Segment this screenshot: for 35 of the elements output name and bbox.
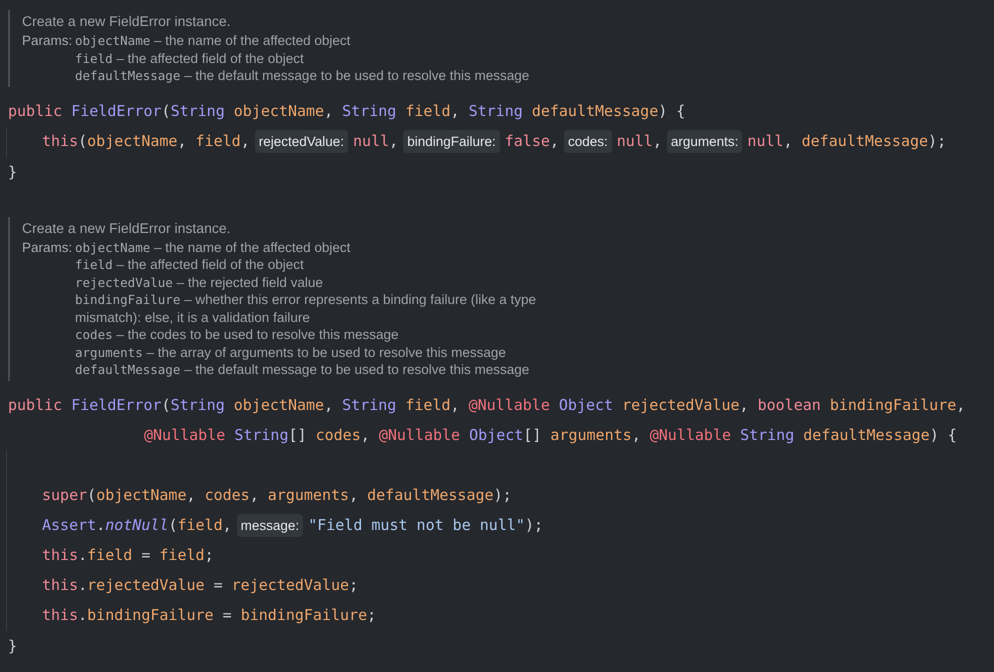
closing-brace: } <box>8 162 18 182</box>
code-text: public FieldError(String objectName, String field, String defaultMessage) { <box>8 101 686 122</box>
param-doc: defaultMessage – the default message to be used to resolve this message <box>75 361 530 378</box>
code-text: false, <box>504 131 559 152</box>
param-doc: field – the affected field of the object <box>75 50 305 67</box>
doc-summary: Create a new FieldError instance. <box>22 218 232 236</box>
code-text: super(objectName, codes, arguments, defaultMessage); <box>42 485 512 506</box>
inlay-hint: codes: <box>564 130 612 153</box>
closing-brace: } <box>8 636 18 656</box>
code-text: this.field = field; <box>42 545 214 566</box>
inlay-hint: rejectedValue: <box>254 130 348 153</box>
param-doc: objectName – the name of the affected object <box>75 32 352 50</box>
doc-summary: Create a new FieldError instance. <box>22 12 232 30</box>
param-doc: objectName – the name of the affected object <box>75 238 352 256</box>
param-doc: defaultMessage – the default message to be used to resolve this message <box>75 67 530 84</box>
code-text: null, <box>353 131 398 152</box>
param-doc: arguments – the array of arguments to be used to resolve this message <box>75 344 507 361</box>
code-text: Assert.notNull(field, <box>42 515 232 536</box>
code-text: null, <box>616 131 662 152</box>
code-text: null, defaultMessage); <box>747 131 946 152</box>
param-doc: field – the affected field of the object <box>75 256 305 274</box>
code-text: public FieldError(String objectName, String field, @Nullable Object rejectedValue, boolean bindingFailure, <box>8 395 966 416</box>
inlay-hint: bindingFailure: <box>403 130 500 153</box>
code-text: "Field must not be null"); <box>308 515 543 536</box>
inlay-hint: message: <box>236 514 304 537</box>
code-text: this(objectName, field, <box>42 131 250 152</box>
code-text: this.rejectedValue = rejectedValue; <box>42 575 358 596</box>
params-label: Params: <box>22 238 74 256</box>
inlay-hint: arguments: <box>666 130 742 153</box>
code-text: @Nullable String[] codes, @Nullable Object[] arguments, @Nullable String defaultMessage) { <box>144 425 957 446</box>
params-label: Params: <box>22 32 74 50</box>
param-doc: codes – the codes to be used to resolve this message <box>75 326 400 344</box>
code-text: this.bindingFailure = bindingFailure; <box>42 605 376 626</box>
param-doc: bindingFailure – whether this error represents a binding failure (like a type mismatch): else, it is a validation failure <box>75 291 538 326</box>
param-doc: rejectedValue – the rejected field value <box>75 274 324 291</box>
